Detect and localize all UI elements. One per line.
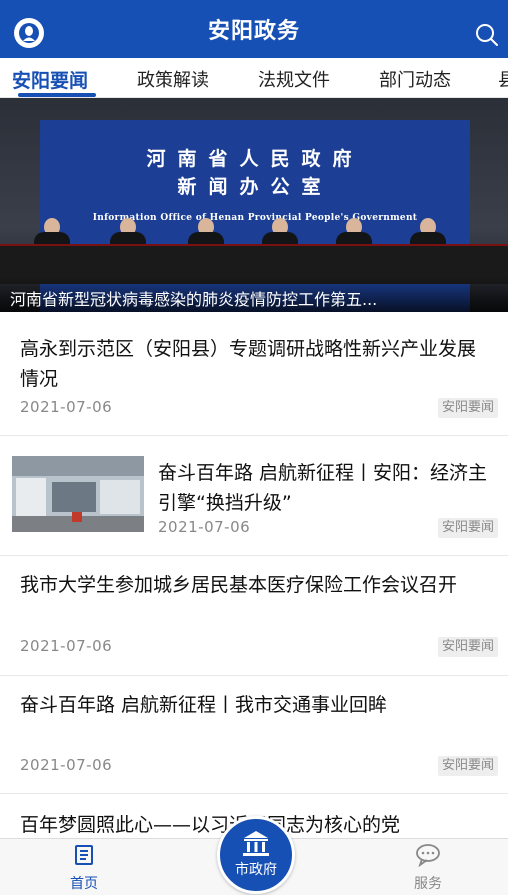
news-title: 我市大学生参加城乡居民基本医疗保险工作会议召开 [20, 574, 458, 596]
page-title: 安阳政务 [207, 19, 300, 44]
news-category-badge: 安阳要闻 [437, 398, 498, 418]
category-tabs: 安阳要闻 政策解读 法规文件 部门动态 县 [0, 58, 508, 98]
chat-bubble-icon [416, 844, 440, 868]
app: 安阳政务 安阳要闻 政策解读 法规文件 部门动态 县 河南省人民政府 新闻办公室… [0, 0, 508, 895]
nav-service-label: 服务 [414, 876, 442, 892]
nav-service[interactable]: 服务 [388, 843, 468, 893]
news-item[interactable]: 奋斗百年路 启航新征程丨我市交通事业回眸 2021-07-06 安阳要闻 [0, 676, 508, 794]
active-tab-indicator [18, 93, 96, 97]
hero-caption: 河南省新型冠状病毒感染的肺炎疫情防控工作第五... [10, 290, 378, 309]
user-profile-icon[interactable] [14, 18, 44, 48]
news-date: 2021-07-06 [20, 756, 113, 774]
nav-home-label: 首页 [70, 876, 98, 892]
home-doc-icon [75, 845, 93, 865]
news-date: 2021-07-06 [158, 518, 251, 536]
news-item[interactable]: 我市大学生参加城乡居民基本医疗保险工作会议召开 2021-07-06 安阳要闻 [0, 556, 508, 676]
nav-home[interactable]: 首页 [44, 843, 124, 893]
top-bar: 安阳政务 [0, 0, 508, 58]
news-date: 2021-07-06 [20, 637, 113, 655]
city-government-label: 市政府 [235, 862, 277, 878]
news-title: 奋斗百年路 启航新征程丨安阳：经济主引擎“换挡升级” [158, 462, 488, 514]
news-category-badge: 安阳要闻 [437, 756, 498, 776]
search-icon[interactable] [474, 22, 500, 48]
backdrop-subtitle: 新闻办公室 [177, 176, 333, 198]
city-government-button[interactable]: 市政府 [217, 816, 295, 894]
news-category-badge: 安阳要闻 [437, 637, 498, 657]
news-thumbnail [12, 456, 144, 532]
news-date: 2021-07-06 [20, 398, 113, 416]
news-item[interactable]: 奋斗百年路 启航新征程丨安阳：经济主引擎“换挡升级” 2021-07-06 安阳… [0, 436, 508, 556]
news-title: 高永到示范区（安阳县）专题调研战略性新兴产业发展情况 [20, 338, 477, 390]
tab-anyang-news[interactable]: 安阳要闻 [12, 66, 88, 93]
tab-county[interactable]: 县 [498, 66, 508, 92]
backdrop-english: Information Office of Henan Provincial P… [92, 213, 418, 223]
hero-banner[interactable]: 河南省人民政府 新闻办公室 Information Office of Hena… [0, 98, 508, 312]
news-item[interactable]: 高永到示范区（安阳县）专题调研战略性新兴产业发展情况 2021-07-06 安阳… [0, 312, 508, 436]
tab-department-news[interactable]: 部门动态 [379, 66, 451, 92]
news-title: 奋斗百年路 启航新征程丨我市交通事业回眸 [20, 694, 388, 716]
news-category-badge: 安阳要闻 [437, 518, 498, 538]
tab-regulations[interactable]: 法规文件 [258, 66, 330, 92]
backdrop-title: 河南省人民政府 [146, 148, 364, 170]
tab-policy-interpretation[interactable]: 政策解读 [137, 66, 209, 92]
government-building-icon [243, 831, 269, 856]
